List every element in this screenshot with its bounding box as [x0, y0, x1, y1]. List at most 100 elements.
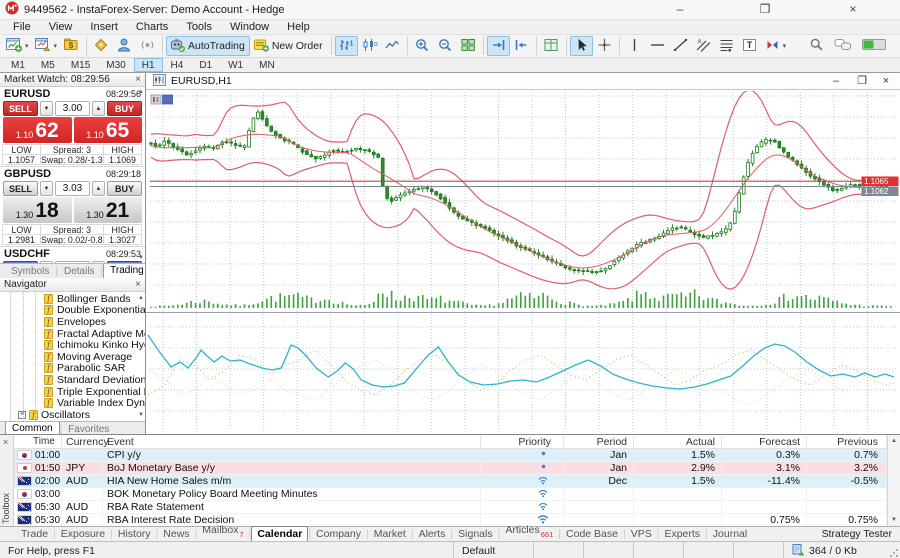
toolbox-tab-trade[interactable]: Trade	[16, 528, 53, 541]
sell-button[interactable]: SELL	[3, 181, 38, 196]
resize-grip[interactable]	[889, 548, 899, 558]
column-header-event[interactable]: Event	[103, 435, 481, 448]
text-label-button[interactable]: T	[738, 36, 761, 56]
sell-button[interactable]: SELL	[3, 261, 38, 263]
timeframe-h1[interactable]: H1	[134, 58, 163, 72]
toolbox-tab-history[interactable]: History	[113, 528, 156, 541]
menu-help[interactable]: Help	[278, 21, 319, 33]
menu-charts[interactable]: Charts	[127, 21, 177, 33]
timeframe-m1[interactable]: M1	[3, 58, 33, 72]
timeframe-m5[interactable]: M5	[33, 58, 63, 72]
buy-button[interactable]: BUY	[107, 101, 142, 116]
toolbox-tab-code-base[interactable]: Code Base	[561, 528, 623, 541]
equidistant-channel-button[interactable]: A	[692, 36, 715, 56]
crosshair-button[interactable]	[593, 36, 616, 56]
toolbox-tab-company[interactable]: Company	[311, 528, 366, 541]
chat-icon[interactable]	[834, 38, 852, 55]
status-profile[interactable]: Default	[453, 542, 533, 558]
timeframe-mn[interactable]: MN	[251, 58, 283, 72]
depth-of-market-button[interactable]	[540, 36, 563, 56]
navigator-item-standard-deviation[interactable]: fStandard Deviation	[0, 374, 145, 386]
bar-chart-button[interactable]: 1	[335, 36, 358, 56]
buy-button[interactable]: BUY	[107, 181, 142, 196]
column-header-currency[interactable]: Currency	[62, 435, 103, 448]
navigator-item-triple-exponential-m[interactable]: fTriple Exponential M	[0, 386, 145, 398]
menu-window[interactable]: Window	[221, 21, 278, 33]
navigator-item-double-exponential[interactable]: fDouble Exponential	[0, 305, 145, 317]
navigator-item-fractal-adaptive-mo[interactable]: fFractal Adaptive Mo	[0, 328, 145, 340]
chart-shift-button[interactable]	[510, 36, 533, 56]
navigator-item-moving-average[interactable]: fMoving Average	[0, 351, 145, 363]
market-watch-tab-trading[interactable]: Trading	[103, 263, 145, 278]
trend-line-button[interactable]	[669, 36, 692, 56]
scroll-up-icon[interactable]: ▲	[138, 89, 144, 95]
maximize-button[interactable]: ❐	[753, 0, 777, 19]
minimize-button[interactable]: –	[668, 0, 692, 19]
column-header-priority[interactable]: Priority	[481, 435, 564, 448]
ipo-button[interactable]	[136, 36, 159, 56]
bid-price[interactable]: 1.1062	[3, 117, 72, 143]
toolbox-tab-calendar[interactable]: Calendar	[251, 526, 308, 541]
ask-price[interactable]: 1.1065	[74, 117, 143, 143]
toolbox-tab-experts[interactable]: Experts	[659, 528, 705, 541]
tile-windows-button[interactable]	[457, 36, 480, 56]
volume-increase-button[interactable]: ▲	[92, 261, 105, 263]
calendar-row[interactable]: 05:30AUDRBA Rate Statement	[14, 501, 887, 514]
calendar-row[interactable]: 03:00BOK Monetary Policy Board Meeting M…	[14, 488, 887, 501]
close-button[interactable]: ×	[841, 0, 865, 19]
market-watch-button[interactable]	[90, 36, 113, 56]
toolbox-tab-exposure[interactable]: Exposure	[56, 528, 110, 541]
column-header-actual[interactable]: Actual	[634, 435, 722, 448]
navigator-item-parabolic-sar[interactable]: fParabolic SAR	[0, 363, 145, 375]
volume-input[interactable]: 3.00	[55, 261, 90, 263]
navigator-close-icon[interactable]: ×	[135, 280, 141, 290]
data-window-button[interactable]	[113, 36, 136, 56]
market-watch-tab-symbols[interactable]: Symbols	[5, 265, 55, 278]
arrows-button[interactable]: ▾	[761, 36, 790, 56]
cursor-button[interactable]	[570, 36, 593, 56]
fibonacci-button[interactable]	[715, 36, 738, 56]
timeframe-m15[interactable]: M15	[63, 58, 98, 72]
zoom-in-button[interactable]	[411, 36, 434, 56]
profiles-button[interactable]: ▾	[32, 36, 61, 56]
volume-increase-button[interactable]: ▲	[92, 101, 105, 116]
column-header-forecast[interactable]: Forecast	[722, 435, 807, 448]
volume-decrease-button[interactable]: ▼	[40, 101, 53, 116]
navigator-item-ichimoku-kinko-hyo[interactable]: fIchimoku Kinko Hyo	[0, 339, 145, 351]
timeframe-w1[interactable]: W1	[220, 58, 251, 72]
zoom-out-button[interactable]	[434, 36, 457, 56]
chart-canvas[interactable]: 1.10651.1062	[146, 90, 900, 434]
toolbox-tab-signals[interactable]: Signals	[453, 528, 497, 541]
toolbox-tab-news[interactable]: News	[158, 528, 194, 541]
vertical-line-button[interactable]	[623, 36, 646, 56]
new-chart-button[interactable]: ▾	[3, 36, 32, 56]
volume-decrease-button[interactable]: ▼	[40, 261, 53, 263]
column-header-period[interactable]: Period	[564, 435, 634, 448]
volume-decrease-button[interactable]: ▼	[40, 181, 53, 196]
candlestick-chart-button[interactable]: o	[358, 36, 381, 56]
column-header-previous[interactable]: Previous	[807, 435, 887, 448]
scroll-up-icon[interactable]: ▲	[138, 295, 144, 301]
volume-increase-button[interactable]: ▲	[92, 181, 105, 196]
market-watch-tab-details[interactable]: Details	[58, 265, 101, 278]
menu-view[interactable]: View	[40, 21, 82, 33]
chart-minimize-button[interactable]: –	[828, 74, 844, 89]
navigator-item-envelopes[interactable]: fEnvelopes	[0, 316, 145, 328]
menu-insert[interactable]: Insert	[81, 21, 127, 33]
ask-price[interactable]: 1.3021	[74, 197, 143, 223]
bid-price[interactable]: 1.3018	[3, 197, 72, 223]
scroll-down-icon[interactable]: ▼	[891, 517, 897, 523]
auto-scroll-button[interactable]	[487, 36, 510, 56]
horizontal-line-button[interactable]	[646, 36, 669, 56]
toolbox-tab-mailbox[interactable]: Mailbox7	[197, 524, 248, 541]
scroll-down-icon[interactable]: ▼	[138, 412, 144, 418]
calendar-row[interactable]: 05:30AUDRBA Interest Rate Decision0.75%0…	[14, 514, 887, 526]
toolbox-close-icon[interactable]: ×	[3, 437, 8, 447]
chart-restore-button[interactable]: ❐	[854, 74, 870, 89]
calendar-row[interactable]: 01:00CPI y/yJan1.5%0.3%0.7%	[14, 449, 887, 462]
toolbox-tab-market[interactable]: Market	[369, 528, 411, 541]
chart-close-button[interactable]: ×	[878, 74, 894, 89]
toolbox-tab-alerts[interactable]: Alerts	[414, 528, 451, 541]
volume-input[interactable]: 3.00	[55, 101, 90, 116]
new-order-button[interactable]: New Order	[250, 36, 328, 56]
